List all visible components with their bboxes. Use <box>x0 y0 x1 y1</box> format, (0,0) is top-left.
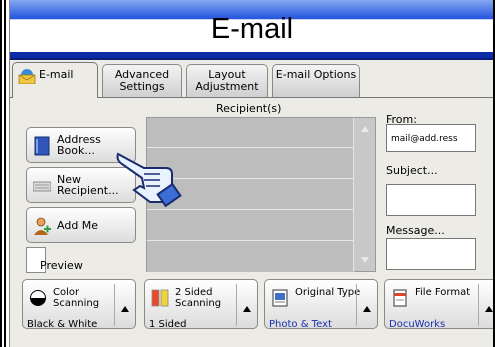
tab-email-options-label: E-mail Options <box>275 68 357 81</box>
dropdown-arrow-icon[interactable] <box>485 306 493 312</box>
file-format-value: DocuWorks <box>389 319 446 330</box>
tab-advanced-settings-label: Advanced Settings <box>114 68 170 93</box>
preview-label: Preview <box>40 259 83 272</box>
message-field[interactable] <box>386 238 476 270</box>
email-screen: E-mail E-mail Advanced Settings Layout Adj… <box>9 0 493 347</box>
button-divider <box>114 284 115 326</box>
original-type-label: Original Type <box>295 287 361 298</box>
message-button[interactable]: Message... <box>386 224 445 237</box>
add-me-label: Add Me <box>57 219 99 232</box>
tab-layout-adjustment[interactable]: Layout Adjustment <box>186 64 268 97</box>
color-scanning-label: Color Scanning <box>53 287 100 309</box>
email-icon <box>18 69 36 84</box>
dropdown-arrow-icon[interactable] <box>363 306 371 312</box>
two-sided-scanning-value: 1 Sided <box>149 319 187 330</box>
dropdown-arrow-icon[interactable] <box>243 306 251 312</box>
original-type-icon <box>272 289 288 307</box>
scroll-down-icon[interactable] <box>361 257 369 263</box>
button-divider <box>356 284 357 326</box>
two-sided-scanning-button[interactable]: 2 Sided Scanning 1 Sided <box>144 279 258 330</box>
original-type-button[interactable]: Original Type Photo & Text <box>264 279 378 330</box>
keyboard-icon <box>33 181 51 192</box>
color-scanning-icon <box>30 290 46 306</box>
frame-border-left <box>0 0 2 347</box>
file-format-button[interactable]: File Format DocuWorks <box>384 279 493 330</box>
address-book-label: Address Book... <box>57 133 101 157</box>
preview-toggle[interactable]: Preview <box>26 247 136 273</box>
recipient-row[interactable] <box>147 211 355 241</box>
tab-email-options[interactable]: E-mail Options <box>272 64 360 97</box>
recipients-header: Recipient(s) <box>216 102 282 115</box>
dropdown-arrow-icon[interactable] <box>121 306 129 312</box>
two-sided-scanning-label: 2 Sided Scanning <box>175 287 222 309</box>
color-scanning-button[interactable]: Color Scanning Black & White <box>22 279 136 330</box>
tab-layout-adjustment-label: Layout Adjustment <box>195 68 259 93</box>
tab-email-label: E-mail <box>39 68 74 81</box>
frame-border-left-inner <box>4 0 6 347</box>
button-divider <box>236 284 237 326</box>
window-title: E-mail <box>210 13 294 45</box>
recipient-scrollbar[interactable] <box>353 118 375 271</box>
tab-advanced-settings[interactable]: Advanced Settings <box>102 64 182 97</box>
tab-bar: E-mail Advanced Settings Layout Adjustment… <box>10 62 493 98</box>
two-sided-icon <box>151 289 169 307</box>
subject-field[interactable] <box>386 184 476 216</box>
file-format-label: File Format <box>415 287 471 298</box>
scroll-up-icon[interactable] <box>361 126 369 132</box>
subject-button[interactable]: Subject... <box>386 164 438 177</box>
original-type-value: Photo & Text <box>269 319 332 330</box>
tab-email[interactable]: E-mail <box>12 62 98 98</box>
pointing-hand-icon <box>116 152 182 208</box>
address-book-icon <box>34 136 50 156</box>
new-recipient-label: New Recipient... <box>57 173 119 197</box>
button-divider <box>478 284 479 326</box>
color-scanning-value: Black & White <box>27 319 98 330</box>
file-format-icon <box>393 289 407 307</box>
from-field[interactable]: mail@add.ress <box>386 124 476 152</box>
title-bar: E-mail <box>10 0 493 60</box>
add-me-button[interactable]: Add Me <box>26 207 136 243</box>
recipient-row[interactable] <box>147 242 355 272</box>
add-person-icon <box>34 217 51 235</box>
recipient-row[interactable] <box>147 118 355 148</box>
